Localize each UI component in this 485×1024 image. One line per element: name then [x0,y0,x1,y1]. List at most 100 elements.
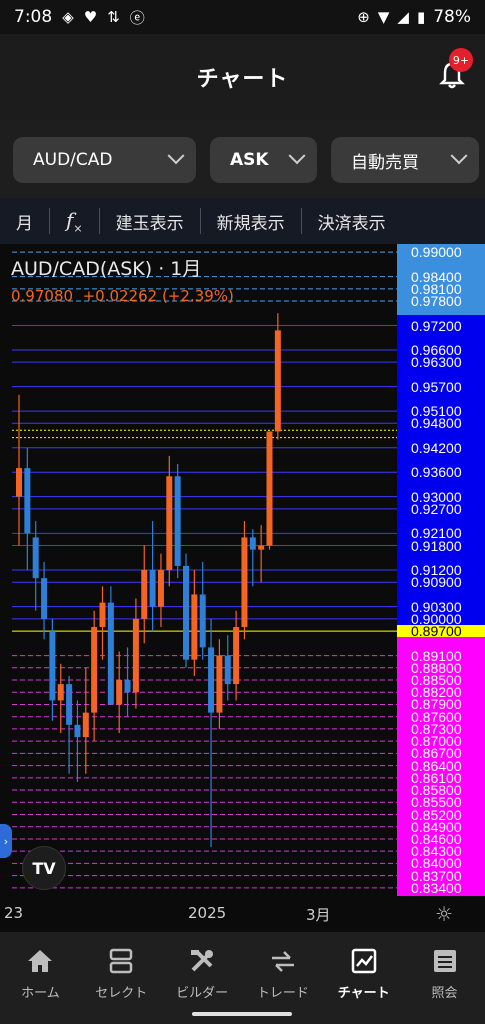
nav-label: 照会 [431,986,458,1001]
side-dropdown[interactable]: ASK [210,137,317,183]
toolbar-item-positions[interactable]: 建玉表示 [100,208,201,234]
nav-chart[interactable]: チャート [323,932,404,1024]
price-label: 0.97800 [411,293,462,310]
candle-body [249,537,256,550]
builder-icon [191,950,214,972]
chart-title: AUD/CAD(ASK) · 1月 [11,258,202,280]
candle-body [149,570,156,607]
x-tick-label: 3月 [306,906,331,924]
notification-button[interactable]: 9+ [437,48,473,90]
nav-label: ホーム [21,986,60,1001]
chart-area[interactable]: 0.99000 0.98400 0.98100 0.97800 0.97200 0.966… [0,244,485,896]
price-label: 0.99000 [411,244,462,261]
chart-legend: AUD/CAD(ASK) · 1月 0.97080 +0.02262 (+2.3… [11,254,397,305]
price-label: 0.89700 [411,623,462,640]
x-tick-label: 23 [4,904,24,922]
candle-body [49,631,56,701]
candle-body [266,431,273,546]
bottom-nav: ホーム セレクト ビルダー トレード チャート 照会 [0,932,485,1024]
candle-body [82,712,89,738]
toolbar-item-new[interactable]: 新規表示 [201,208,302,234]
nav-label: チャート [337,986,390,1001]
candle-body [41,578,48,619]
mode-dropdown[interactable]: 自動売買 [331,137,479,183]
candle-body [208,647,215,713]
battery-icon: ▮ [416,8,426,26]
candle-body [174,476,181,566]
nav-home[interactable]: ホーム [0,932,81,1024]
candle-body [116,680,123,705]
nav-label: ビルダー [176,986,229,1001]
price-label: 0.97200 [411,317,462,334]
list-icon [433,950,456,972]
x-tick-label: 2025 [188,904,227,922]
last-price: 0.97080 [11,287,74,305]
price-label: 0.93600 [411,464,462,481]
chevron-down-icon [450,147,468,165]
chart-icon [351,948,376,974]
price-label: 0.96300 [411,354,462,371]
nav-inquiry[interactable]: 照会 [404,932,485,1024]
time-axis[interactable]: 23 2025 3月 ☼ [0,896,485,932]
candle-body [141,570,148,619]
symbol-value: AUD/CAD [33,150,113,170]
settings-icon[interactable]: ☼ [435,902,453,926]
side-value: ASK [230,150,269,170]
candle-body [224,655,231,685]
price-label: 0.90900 [411,574,462,591]
app-header: チャート 9+ [0,34,485,120]
data-saver-icon: ⊕ [357,8,370,26]
candle-body [132,618,139,693]
candle-body [191,594,198,660]
candle-body [16,468,22,497]
candle-body [274,330,281,432]
chevron-down-icon [288,147,306,165]
candle-body [74,724,81,738]
period-button[interactable]: 月 [0,208,50,234]
nav-trade[interactable]: トレード [242,932,323,1024]
function-icon: f× [66,207,83,235]
symbol-dropdown[interactable]: AUD/CAD [13,137,196,183]
heart-icon: ♥ [83,8,98,26]
home-icon [28,950,53,972]
tv-icon: TV [32,858,56,878]
candle-body [233,627,240,685]
wifi-icon: ▼ [377,8,390,26]
selector-row: AUD/CAD ASK 自動売買 [0,120,485,198]
nav-label: トレード [256,986,309,1001]
page-title: チャート [196,67,289,92]
chart-values: 0.97080 +0.02262 (+2.39%) [11,287,397,305]
gesture-bar [192,1012,292,1016]
price-change: +0.02262 (+2.39%) [82,287,234,305]
nav-builder[interactable]: ビルダー [162,932,243,1024]
status-bar: 7:08 ◈ ♥ ⇅ ⓔ ⊕ ▼ ◢ ▮ 78% [0,0,485,34]
app-notification-icon: ◈ [62,8,74,26]
signal-icon: ◢ [397,8,409,26]
indicator-button[interactable]: f× [50,207,100,235]
candle-body [124,680,131,693]
nav-select[interactable]: セレクト [81,932,162,1024]
chevron-down-icon [167,147,185,165]
trade-icon [271,951,294,972]
price-label: 0.95700 [411,378,462,395]
price-axis[interactable]: 0.99000 0.98400 0.98100 0.97800 0.97200 0.966… [397,244,485,896]
repeat-icon: ⇅ [107,8,120,26]
toolbar-item-close[interactable]: 決済表示 [302,208,402,234]
candle-body [99,602,106,628]
chart-toolbar: 月 f× 建玉表示 新規表示 決済表示 [0,198,485,244]
candle-body [241,537,248,628]
expand-panel-handle[interactable]: › [0,824,12,858]
status-time: 7:08 [14,7,53,27]
candle-body [166,476,173,570]
price-label: 0.91800 [411,537,462,554]
price-label: 0.94800 [411,415,462,432]
price-label: 0.83400 [411,879,462,896]
candle-body [24,468,31,534]
battery-percent: 78% [433,7,471,27]
candle-body [199,594,206,648]
price-label: 0.92700 [411,500,462,517]
price-label: 0.94200 [411,439,462,456]
candle-body [216,655,223,713]
candle-body [258,545,265,550]
tradingview-logo[interactable]: TV [22,846,66,890]
